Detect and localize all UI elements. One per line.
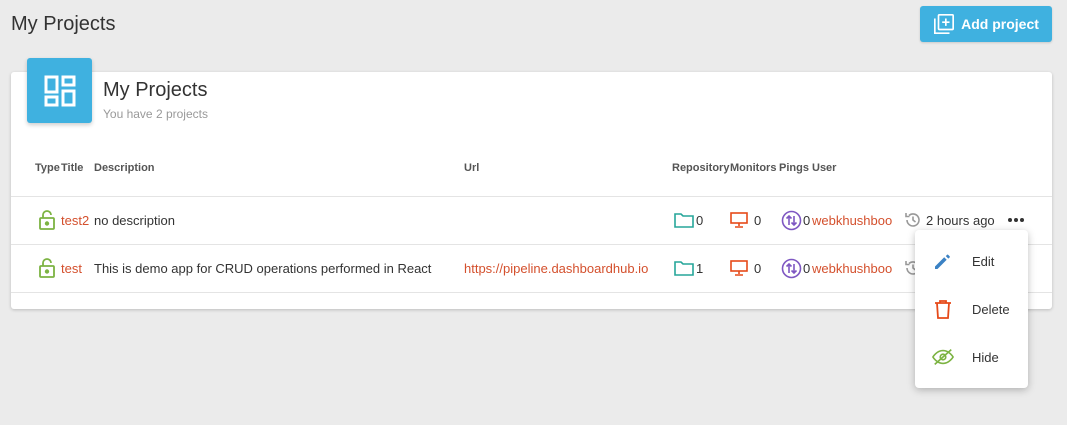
menu-item-hide[interactable]: Hide	[915, 333, 1028, 381]
pings-count[interactable]: 0	[781, 196, 810, 244]
column-header-repository[interactable]: Repository	[672, 162, 729, 174]
add-project-button[interactable]: Add project	[920, 6, 1052, 42]
unlocked-icon	[38, 244, 56, 292]
trash-icon	[932, 298, 954, 320]
monitors-count[interactable]: 0	[730, 196, 761, 244]
column-header-title[interactable]: Title	[61, 162, 83, 174]
folder-icon	[674, 261, 694, 276]
repository-count-value: 0	[696, 212, 704, 228]
repository-count[interactable]: 0	[674, 196, 703, 244]
monitors-count-value: 0	[754, 260, 762, 276]
table-row: test This is demo app for CRUD operation…	[11, 244, 1052, 292]
dashboard-icon	[27, 58, 92, 123]
projects-card: My Projects You have 2 projects Type Tit…	[11, 58, 1052, 309]
ping-icon	[781, 258, 802, 278]
pings-count-value: 0	[803, 212, 811, 228]
row-actions-menu: Edit Delete Hide	[915, 230, 1028, 388]
add-box-icon	[934, 14, 955, 34]
add-project-label: Add project	[961, 16, 1039, 32]
monitors-count[interactable]: 0	[730, 244, 761, 292]
more-horizontal-icon	[1008, 218, 1024, 222]
project-title-link[interactable]: test	[61, 244, 82, 292]
menu-item-delete[interactable]: Delete	[915, 285, 1028, 333]
monitors-count-value: 0	[754, 212, 762, 228]
updated-time-label: 2 hours ago	[926, 212, 995, 228]
project-description: no description	[94, 212, 175, 228]
card-title: My Projects	[103, 79, 208, 101]
project-description: This is demo app for CRUD operations per…	[94, 260, 432, 276]
monitor-icon	[730, 212, 748, 228]
project-url-link[interactable]: https://pipeline.dashboardhub.io	[464, 244, 648, 292]
repository-count[interactable]: 1	[674, 244, 703, 292]
monitor-icon	[730, 260, 748, 276]
pings-count[interactable]: 0	[781, 244, 810, 292]
column-header-user[interactable]: User	[812, 162, 836, 174]
column-header-pings[interactable]: Pings	[779, 162, 809, 174]
column-header-url[interactable]: Url	[464, 162, 479, 174]
eye-off-icon	[932, 346, 954, 368]
menu-item-label: Hide	[972, 349, 999, 365]
user-link[interactable]: webkhushboo	[812, 196, 892, 244]
pings-count-value: 0	[803, 260, 811, 276]
row-divider	[11, 292, 1052, 293]
pencil-icon	[932, 250, 954, 272]
ping-icon	[781, 210, 802, 230]
card-subtitle: You have 2 projects	[103, 107, 208, 121]
project-title-link[interactable]: test2	[61, 196, 89, 244]
history-icon	[905, 213, 920, 227]
column-header-type[interactable]: Type	[35, 162, 60, 174]
unlocked-icon	[38, 196, 56, 244]
repository-count-value: 1	[696, 260, 704, 276]
column-header-monitors[interactable]: Monitors	[730, 162, 776, 174]
menu-item-label: Edit	[972, 253, 995, 269]
menu-item-edit[interactable]: Edit	[915, 237, 1028, 285]
folder-icon	[674, 213, 694, 228]
menu-item-label: Delete	[972, 301, 1010, 317]
user-link[interactable]: webkhushboo	[812, 244, 892, 292]
page-title: My Projects	[11, 13, 116, 35]
table-row: test2 no description 0 0 0 webkhushboo 2…	[11, 196, 1052, 244]
column-header-description[interactable]: Description	[94, 162, 155, 174]
